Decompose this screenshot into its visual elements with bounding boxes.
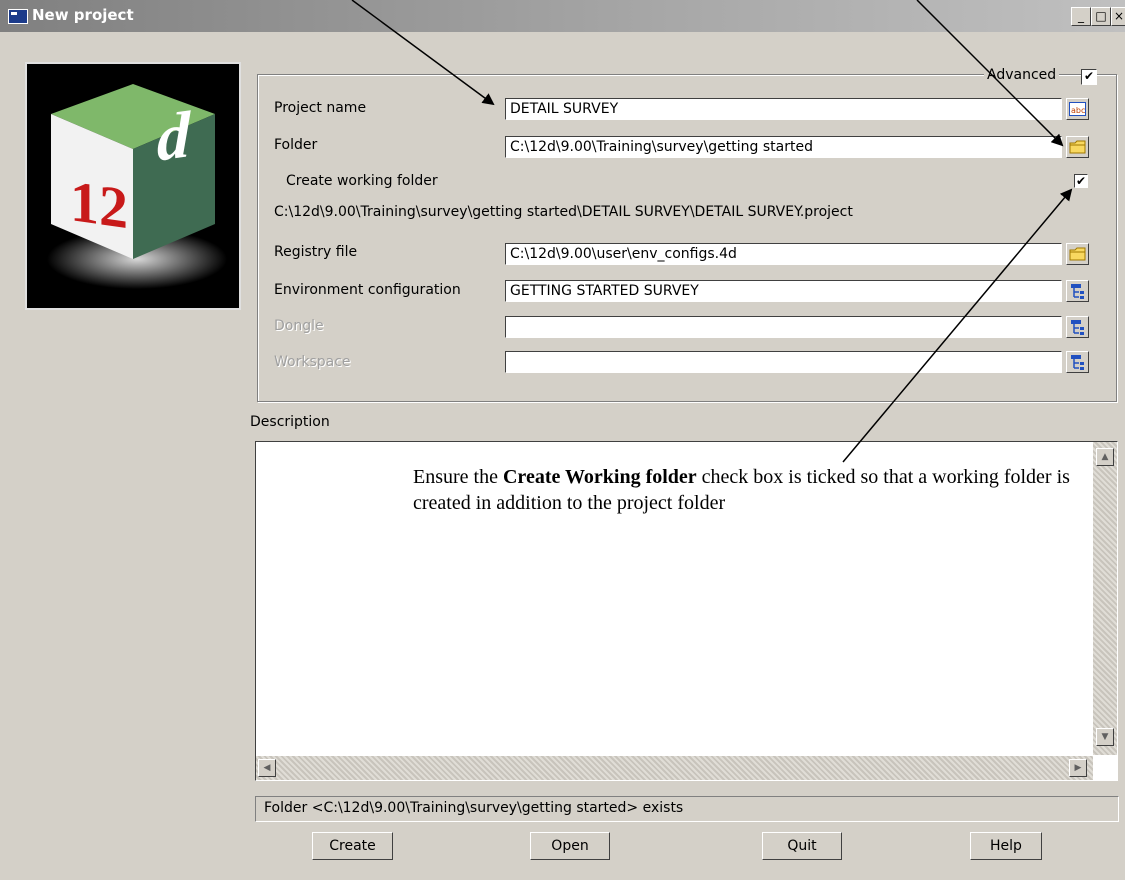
arrow-to-project-name	[351, 0, 495, 106]
annotation-arrows	[351, 0, 1073, 463]
arrow-to-working-folder-checkbox	[842, 188, 1073, 463]
arrow-to-folder-button	[916, 0, 1064, 147]
